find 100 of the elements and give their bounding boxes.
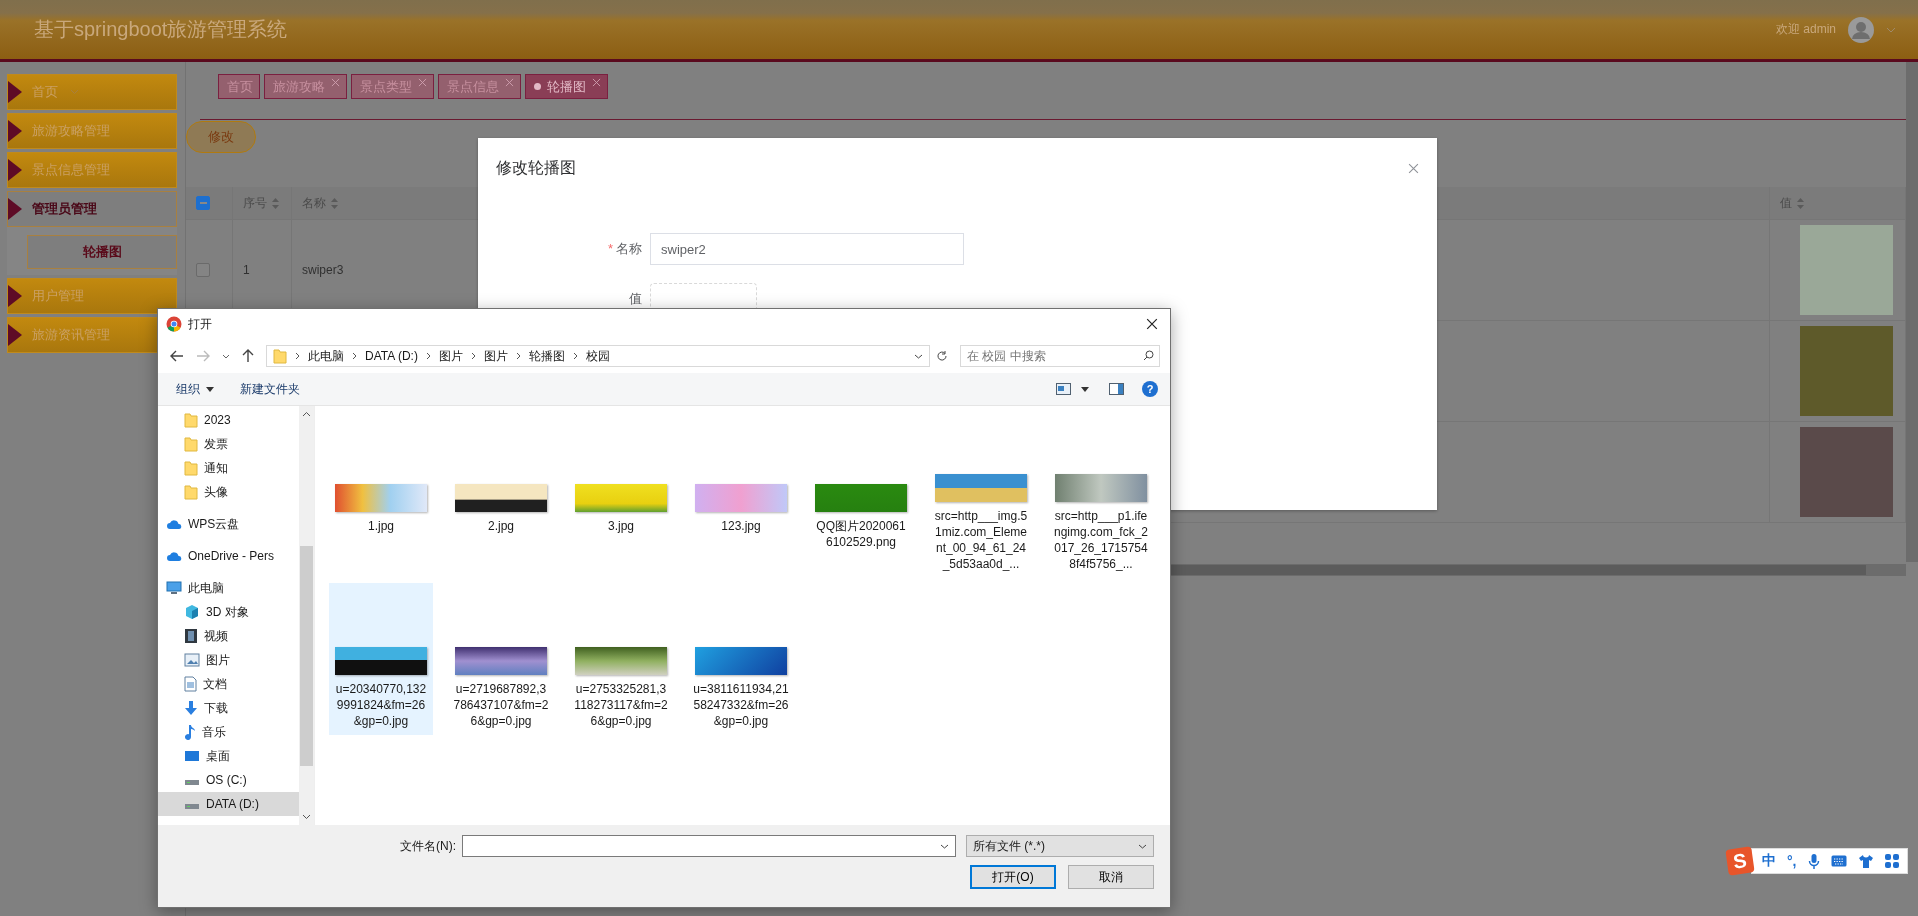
- document-icon: [184, 676, 197, 692]
- file-item[interactable]: u=3811611934,2158247332&fm=26&gp=0.jpg: [689, 583, 793, 735]
- file-item[interactable]: src=http___p1.ifengimg.com_fck_2017_26_17157548f4f5756_...: [1049, 420, 1153, 572]
- filename-input[interactable]: [462, 835, 956, 857]
- picture-icon: [184, 653, 200, 667]
- folder-icon: [184, 484, 198, 500]
- path-segment[interactable]: 图片: [438, 347, 463, 365]
- nav-item[interactable]: 视频: [158, 624, 299, 648]
- search-field[interactable]: 在 校园 中搜索: [960, 345, 1160, 367]
- tab[interactable]: 轮播图: [525, 74, 608, 99]
- help-button[interactable]: ?: [1142, 381, 1158, 397]
- nav-item[interactable]: 图片: [158, 648, 299, 672]
- triangle-icon: [8, 198, 22, 220]
- open-button[interactable]: 打开(O): [970, 865, 1056, 889]
- search-icon: [1143, 350, 1154, 361]
- path-segment[interactable]: DATA (D:): [365, 349, 418, 363]
- filename-label: 文件名(N):: [400, 837, 456, 855]
- triangle-icon: [8, 120, 22, 142]
- ime-logo[interactable]: S: [1725, 846, 1755, 876]
- file-item[interactable]: 3.jpg: [569, 420, 673, 572]
- nav-item[interactable]: 音乐: [158, 720, 299, 744]
- up-arrow-icon[interactable]: [242, 349, 254, 363]
- nav-item[interactable]: 头像: [158, 480, 299, 504]
- file-item[interactable]: u=2753325281,3118273117&fm=26&gp=0.jpg: [569, 583, 673, 735]
- name-input[interactable]: swiper2: [650, 233, 964, 265]
- path-segment[interactable]: 图片: [483, 347, 508, 365]
- preview-pane-icon[interactable]: [1109, 383, 1124, 395]
- vertical-scrollbar[interactable]: [299, 406, 314, 825]
- keyboard-icon[interactable]: [1830, 855, 1847, 867]
- organize-button[interactable]: 组织: [168, 376, 222, 402]
- nav-item[interactable]: 桌面: [158, 744, 299, 768]
- close-icon[interactable]: [1146, 318, 1158, 330]
- triangle-icon: [8, 285, 22, 307]
- nav-item[interactable]: 通知: [158, 456, 299, 480]
- triangle-icon: [8, 81, 22, 103]
- microphone-icon[interactable]: [1807, 852, 1820, 870]
- caret-icon[interactable]: [940, 843, 949, 849]
- nav-item[interactable]: 3D 对象: [158, 600, 299, 624]
- chevron-icon: [470, 352, 476, 360]
- nav-item[interactable]: OneDrive - Pers: [158, 544, 299, 568]
- folder-icon: [184, 436, 198, 452]
- file-item[interactable]: 123.jpg: [689, 420, 793, 572]
- nav-item[interactable]: 此电脑: [158, 576, 299, 600]
- nav-item[interactable]: 发票: [158, 432, 299, 456]
- view-icon[interactable]: [1056, 383, 1071, 395]
- cancel-button[interactable]: 取消: [1068, 865, 1154, 889]
- nav-item[interactable]: 文档: [158, 672, 299, 696]
- file-type-dropdown[interactable]: 所有文件 (*.*): [966, 835, 1154, 857]
- table-cell: 1: [243, 263, 250, 277]
- chevron-icon: [295, 352, 300, 360]
- punctuation-toggle[interactable]: °,: [1787, 853, 1797, 869]
- sidebar-item[interactable]: 管理员管理: [7, 191, 177, 227]
- folder-icon: [273, 348, 287, 364]
- nav-item[interactable]: 下载: [158, 696, 299, 720]
- caret-icon: [206, 386, 214, 392]
- file-item[interactable]: 2.jpg: [449, 420, 553, 572]
- dialog-title: 修改轮播图: [496, 158, 577, 178]
- address-bar[interactable]: 此电脑 DATA (D:) 图片 图片 轮播图 校园: [266, 345, 930, 367]
- grid-icon[interactable]: [1884, 854, 1899, 868]
- dialog-title: 打开: [188, 315, 213, 333]
- file-item[interactable]: QQ图片20200616102529.png: [809, 420, 913, 572]
- file-item[interactable]: u=20340770,1329991824&fm=26&gp=0.jpg: [329, 583, 433, 735]
- caret-icon[interactable]: [222, 353, 230, 359]
- back-arrow-icon[interactable]: [170, 350, 184, 362]
- folder-icon: [184, 460, 198, 476]
- film-icon: [184, 628, 198, 644]
- file-item[interactable]: 1.jpg: [329, 420, 433, 572]
- vertical-scrollbar[interactable]: [1906, 62, 1918, 562]
- refresh-icon[interactable]: [936, 350, 948, 362]
- field-label: 名称: [616, 240, 642, 258]
- select-all-checkbox[interactable]: [196, 196, 210, 210]
- required-mark: *: [607, 240, 613, 258]
- new-folder-button[interactable]: 新建文件夹: [232, 376, 308, 402]
- chevron-icon: [515, 352, 521, 360]
- cube-icon: [184, 604, 200, 620]
- path-segment[interactable]: 此电脑: [308, 347, 344, 365]
- triangle-icon: [8, 324, 22, 346]
- shirt-icon[interactable]: [1857, 853, 1874, 869]
- row-checkbox[interactable]: [196, 263, 210, 277]
- path-segment[interactable]: 轮播图: [528, 347, 565, 365]
- table-cell: swiper3: [302, 263, 344, 277]
- input-mode-toggle[interactable]: 中: [1762, 852, 1776, 870]
- caret-icon[interactable]: [1081, 386, 1089, 392]
- welcome-text: 欢迎 admin: [1775, 21, 1836, 38]
- nav-item[interactable]: 2023: [158, 408, 299, 432]
- file-item[interactable]: src=http___img.51miz.com_Element_00_94_61_24_5d53aa0d_...: [929, 420, 1033, 572]
- chevron-icon: [425, 352, 431, 360]
- music-note-icon: [184, 724, 196, 740]
- nav-item[interactable]: DATA (D:): [158, 792, 299, 816]
- chevron-icon: [352, 352, 357, 360]
- desktop-icon: [184, 749, 200, 763]
- nav-item[interactable]: OS (C:): [158, 768, 299, 792]
- triangle-icon: [8, 159, 22, 181]
- file-item[interactable]: u=2719687892,3786437107&fm=26&gp=0.jpg: [449, 583, 553, 735]
- active-dot: [534, 83, 541, 90]
- path-segment[interactable]: 校园: [585, 347, 610, 365]
- chevron-icon: [572, 352, 578, 360]
- field-label: 值: [629, 290, 642, 308]
- caret-icon[interactable]: [914, 353, 923, 359]
- nav-item[interactable]: WPS云盘: [158, 512, 299, 536]
